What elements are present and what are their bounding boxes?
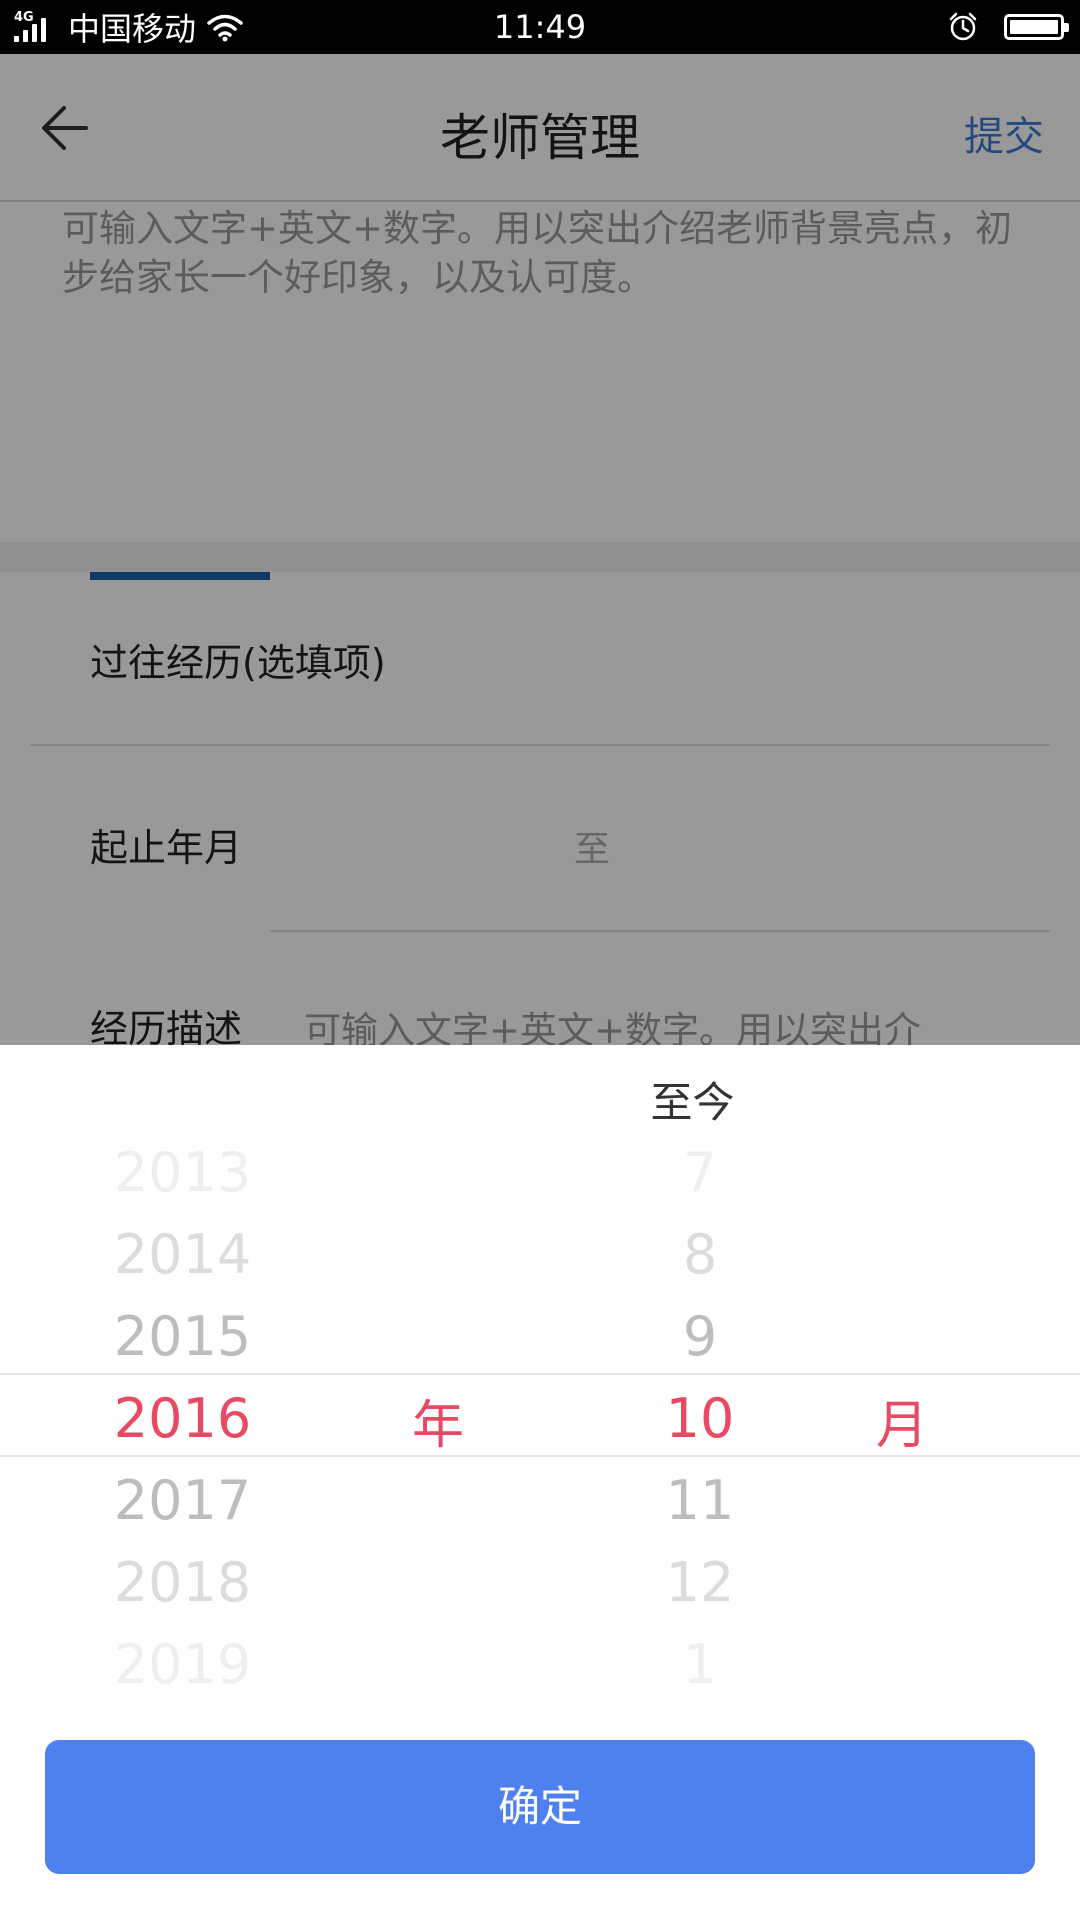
date-picker-sheet: 至今 2013 2014 2015 2016 2017 2018 2019 年 … bbox=[0, 1045, 1080, 1920]
modal-overlay[interactable] bbox=[0, 54, 1080, 1045]
year-item[interactable]: 2015 bbox=[30, 1296, 335, 1378]
confirm-button[interactable]: 确定 bbox=[45, 1740, 1035, 1874]
status-time: 11:49 bbox=[493, 8, 587, 46]
year-item[interactable]: 2019 bbox=[30, 1624, 335, 1706]
month-item-selected[interactable]: 10 bbox=[560, 1378, 840, 1460]
status-right bbox=[948, 0, 1069, 54]
year-item[interactable]: 2013 bbox=[30, 1132, 335, 1214]
month-item[interactable]: 8 bbox=[560, 1214, 840, 1296]
month-item[interactable]: 1 bbox=[560, 1624, 840, 1706]
year-item[interactable]: 2017 bbox=[30, 1460, 335, 1542]
battery-icon bbox=[1004, 14, 1069, 40]
until-now-option[interactable]: 至今 bbox=[0, 1069, 1080, 1130]
year-unit-label: 年 bbox=[412, 1396, 465, 1456]
battery-fill bbox=[1010, 20, 1058, 34]
month-unit-label: 月 bbox=[876, 1396, 929, 1456]
month-item[interactable]: 12 bbox=[560, 1542, 840, 1624]
year-item[interactable]: 2014 bbox=[30, 1214, 335, 1296]
year-item-selected[interactable]: 2016 bbox=[30, 1378, 335, 1460]
month-item[interactable]: 7 bbox=[560, 1132, 840, 1214]
year-item[interactable]: 2018 bbox=[30, 1542, 335, 1624]
status-bar: 4G 中国移动 11:49 bbox=[0, 0, 1080, 54]
month-item[interactable]: 9 bbox=[560, 1296, 840, 1378]
month-item[interactable]: 11 bbox=[560, 1460, 840, 1542]
alarm-icon bbox=[949, 12, 977, 41]
